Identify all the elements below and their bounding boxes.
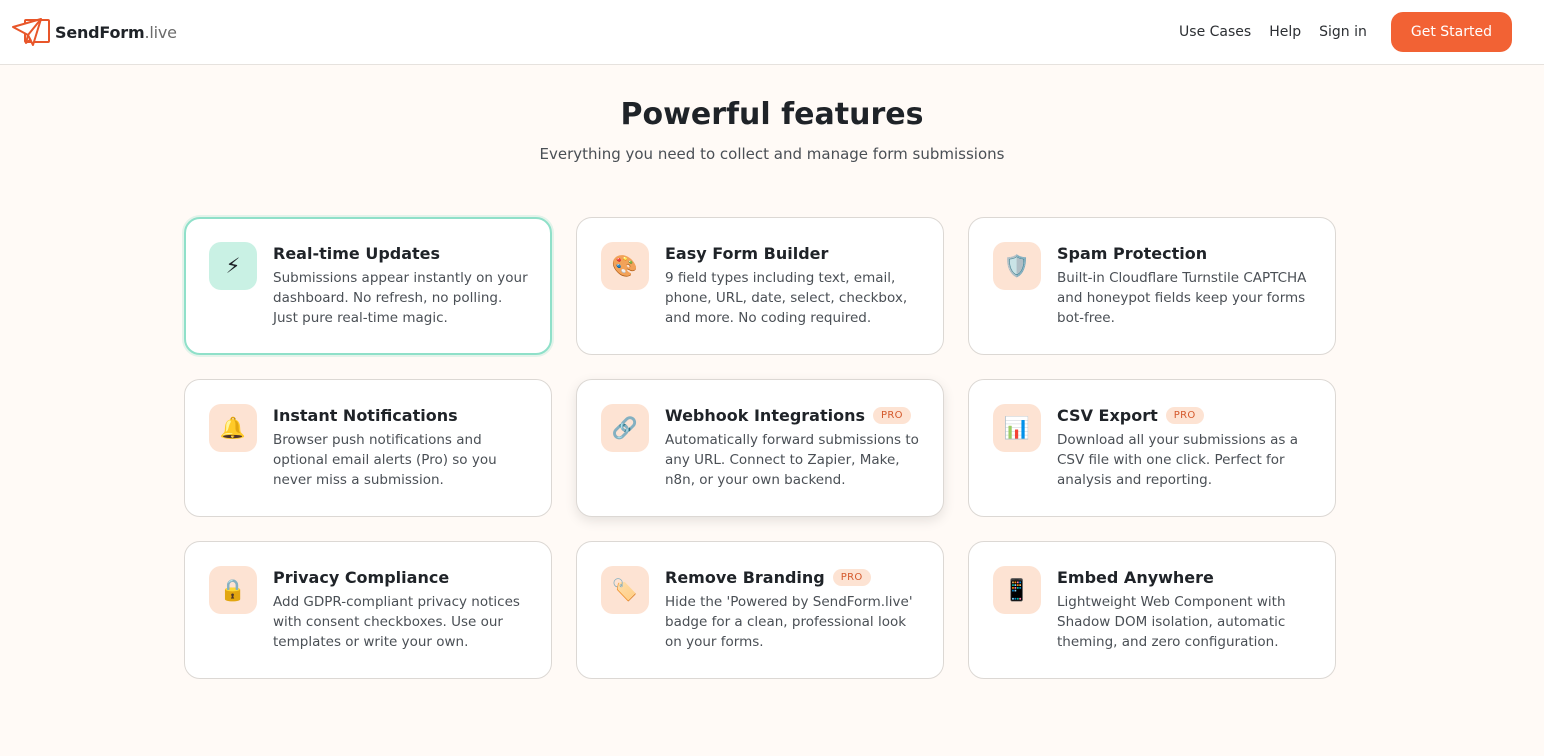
site-header: SendForm.live Use Cases Help Sign in Get… [0,0,1544,65]
feature-title: Spam Protection [1057,243,1208,263]
feature-card-notifications[interactable]: 🔔 Instant Notifications Browser push not… [184,379,552,517]
pro-badge: PRO [832,568,871,586]
feature-card-form-builder[interactable]: 🎨 Easy Form Builder 9 field types includ… [576,217,944,355]
page-title: Powerful features [620,97,924,132]
feature-description: 9 field types including text, email, pho… [665,270,908,326]
main-nav: Use Cases Help Sign in Get Started [1179,12,1512,52]
feature-card-privacy[interactable]: 🔒 Privacy Compliance Add GDPR-compliant … [184,541,552,679]
logo[interactable]: SendForm.live [11,15,177,49]
pro-badge: PRO [873,406,911,424]
feature-card-embed[interactable]: 📱 Embed Anywhere Lightweight Web Compone… [968,541,1336,679]
feature-description: Browser push notifications and optional … [273,432,497,488]
feature-card-webhooks[interactable]: 🔗 Webhook Integrations PRO Automatically… [576,379,944,517]
feature-title: Webhook Integrations [665,405,865,425]
logo-tld: .live [144,22,177,42]
get-started-button[interactable]: Get Started [1390,12,1512,52]
palette-icon: 🎨 [601,242,649,290]
tag-icon: 🏷️ [601,566,649,614]
feature-description: Submissions appear instantly on your das… [273,270,528,326]
feature-card-spam-protection[interactable]: 🛡️ Spam Protection Built-in Cloudflare T… [968,217,1336,355]
logo-text: SendForm.live [55,23,177,42]
nav-help[interactable]: Help [1269,24,1301,40]
feature-title: Easy Form Builder [665,243,829,263]
feature-description: Download all your submissions as a CSV f… [1057,432,1298,488]
bell-icon: 🔔 [209,404,257,452]
nav-sign-in[interactable]: Sign in [1319,24,1367,40]
shield-icon: 🛡️ [993,242,1041,290]
link-icon: 🔗 [601,404,649,452]
page-subtitle: Everything you need to collect and manag… [539,145,1005,163]
feature-card-remove-branding[interactable]: 🏷️ Remove Branding PRO Hide the 'Powered… [576,541,944,679]
feature-title: Privacy Compliance [273,567,450,587]
feature-card-realtime-updates[interactable]: ⚡ Real-time Updates Submissions appear i… [184,217,552,355]
feature-description: Lightweight Web Component with Shadow DO… [1057,594,1286,650]
feature-title: Remove Branding [665,567,825,587]
feature-title: Real-time Updates [273,243,441,263]
feature-card-csv-export[interactable]: 📊 CSV Export PRO Download all your submi… [968,379,1336,517]
feature-title: Instant Notifications [273,405,458,425]
feature-description: Add GDPR-compliant privacy notices with … [273,594,520,650]
bar-chart-icon: 📊 [993,404,1041,452]
logo-brand: SendForm [55,22,145,42]
lock-icon: 🔒 [209,566,257,614]
feature-description: Built-in Cloudflare Turnstile CAPTCHA an… [1057,270,1307,326]
features-hero: Powerful features Everything you need to… [0,96,1544,164]
feature-description: Automatically forward submissions to any… [665,432,919,488]
feature-title: CSV Export [1057,405,1158,425]
features-grid: ⚡ Real-time Updates Submissions appear i… [184,217,1336,679]
mobile-phone-icon: 📱 [993,566,1041,614]
lightning-icon: ⚡ [209,242,257,290]
feature-title: Embed Anywhere [1057,567,1214,587]
feature-description: Hide the 'Powered by SendForm.live' badg… [665,594,913,650]
nav-use-cases[interactable]: Use Cases [1179,24,1251,40]
paper-plane-icon [12,18,50,46]
pro-badge: PRO [1165,406,1204,424]
